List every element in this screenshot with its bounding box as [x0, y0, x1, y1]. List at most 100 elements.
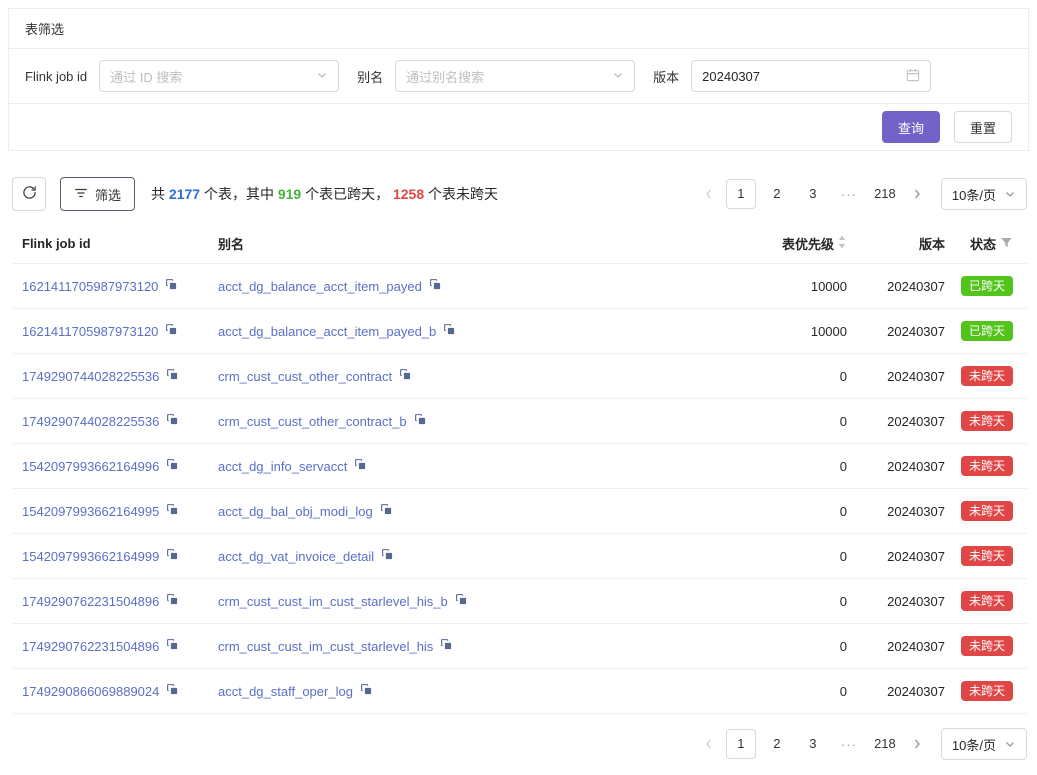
job-id-link[interactable]: 1621411705987973120: [22, 324, 158, 339]
job-id-copy-icon[interactable]: [166, 593, 179, 609]
alias-copy-icon[interactable]: [399, 368, 412, 384]
query-button[interactable]: 查询: [882, 111, 940, 143]
filter-funnel-icon[interactable]: [1000, 236, 1013, 252]
status-badge: 未跨天: [961, 456, 1013, 476]
job-id-copy-icon[interactable]: [166, 368, 179, 384]
alias-link[interactable]: crm_cust_cust_other_contract_b: [218, 414, 407, 429]
version-value: 20240307: [847, 324, 945, 339]
chevron-down-icon: [316, 69, 328, 84]
version-value: 20240307: [847, 594, 945, 609]
header-alias: 别名: [208, 234, 707, 253]
alias-copy-icon[interactable]: [414, 413, 427, 429]
table-row: 1749290744028225536 crm_cust_cust_other_c…: [12, 399, 1027, 444]
alias-link[interactable]: acct_dg_bal_obj_modi_log: [218, 504, 373, 519]
alias-link[interactable]: acct_dg_balance_acct_item_payed: [218, 279, 422, 294]
job-id-link[interactable]: 1542097993662164999: [22, 549, 159, 564]
alias-copy-icon[interactable]: [354, 458, 367, 474]
reset-button[interactable]: 重置: [954, 111, 1012, 143]
job-id-copy-icon[interactable]: [166, 638, 179, 654]
job-id-copy-icon[interactable]: [165, 278, 178, 294]
pagination-page-3[interactable]: 3: [798, 179, 828, 209]
status-badge: 未跨天: [961, 636, 1013, 656]
bottom-pagination-bar: 123 ··· 218 10条/页: [12, 728, 1027, 760]
refresh-icon: [22, 185, 37, 203]
alias-placeholder: 通过别名搜索: [406, 67, 484, 86]
table-row: 1621411705987973120 acct_dg_balance_acct_…: [12, 309, 1027, 354]
priority-value: 10000: [707, 324, 847, 339]
priority-value: 0: [707, 459, 847, 474]
pagination-prev-icon[interactable]: [695, 179, 723, 209]
job-id-copy-icon[interactable]: [166, 458, 179, 474]
crossed-count: 919: [278, 186, 301, 202]
version-label: 版本: [653, 67, 679, 86]
pagination-page-3[interactable]: 3: [798, 729, 828, 759]
job-id-link[interactable]: 1749290744028225536: [22, 414, 159, 429]
alias-link[interactable]: crm_cust_cust_im_cust_starlevel_his_b: [218, 594, 448, 609]
chevron-down-icon: [612, 69, 624, 84]
alias-link[interactable]: acct_dg_balance_acct_item_payed_b: [218, 324, 436, 339]
flink-job-id-label: Flink job id: [25, 69, 87, 84]
sort-icon[interactable]: [837, 234, 847, 253]
job-id-link[interactable]: 1749290866069889024: [22, 684, 159, 699]
priority-value: 0: [707, 684, 847, 699]
table-row: 1749290866069889024 acct_dg_staff_oper_lo…: [12, 669, 1027, 714]
pagination-prev-icon[interactable]: [695, 729, 723, 759]
priority-value: 0: [707, 639, 847, 654]
job-id-link[interactable]: 1749290762231504896: [22, 639, 159, 654]
total-count: 2177: [169, 186, 200, 202]
alias-select[interactable]: 通过别名搜索: [395, 60, 635, 92]
alias-copy-icon[interactable]: [443, 323, 456, 339]
pagination-ellipsis[interactable]: ···: [834, 737, 864, 752]
alias-copy-icon[interactable]: [380, 503, 393, 519]
pagination-page-218[interactable]: 218: [870, 729, 900, 759]
status-badge: 已跨天: [961, 321, 1013, 341]
alias-copy-icon[interactable]: [429, 278, 442, 294]
alias-link[interactable]: crm_cust_cust_im_cust_starlevel_his: [218, 639, 433, 654]
version-date-input[interactable]: 20240307: [691, 60, 931, 92]
status-badge: 未跨天: [961, 366, 1013, 386]
job-id-copy-icon[interactable]: [166, 548, 179, 564]
job-id-link[interactable]: 1749290762231504896: [22, 594, 159, 609]
pagination-page-1[interactable]: 1: [726, 179, 756, 209]
flink-job-id-select[interactable]: 通过 ID 搜索: [99, 60, 339, 92]
job-id-copy-icon[interactable]: [166, 683, 179, 699]
header-priority[interactable]: 表优先级: [707, 234, 847, 253]
table: Flink job id 别名 表优先级 版本 状态 1621411705987…: [12, 224, 1027, 714]
alias-copy-icon[interactable]: [440, 638, 453, 654]
pagination-page-1[interactable]: 1: [726, 729, 756, 759]
priority-value: 0: [707, 414, 847, 429]
page-size-select[interactable]: 10条/页: [941, 178, 1027, 210]
pagination-next-icon[interactable]: [903, 729, 931, 759]
status-badge: 未跨天: [961, 591, 1013, 611]
priority-value: 10000: [707, 279, 847, 294]
job-id-link[interactable]: 1749290744028225536: [22, 369, 159, 384]
header-priority-label: 表优先级: [782, 234, 834, 253]
alias-copy-icon[interactable]: [381, 548, 394, 564]
job-id-link[interactable]: 1621411705987973120: [22, 279, 158, 294]
job-id-link[interactable]: 1542097993662164995: [22, 504, 159, 519]
pagination-page-218[interactable]: 218: [870, 179, 900, 209]
job-id-copy-icon[interactable]: [166, 503, 179, 519]
header-flink-job-id: Flink job id: [12, 236, 208, 251]
refresh-button[interactable]: [12, 177, 46, 211]
alias-link[interactable]: acct_dg_staff_oper_log: [218, 684, 353, 699]
job-id-copy-icon[interactable]: [166, 413, 179, 429]
pagination-ellipsis[interactable]: ···: [834, 187, 864, 202]
page-size-select[interactable]: 10条/页: [941, 728, 1027, 760]
pagination-next-icon[interactable]: [903, 179, 931, 209]
job-id-copy-icon[interactable]: [165, 323, 178, 339]
job-id-link[interactable]: 1542097993662164996: [22, 459, 159, 474]
priority-value: 0: [707, 549, 847, 564]
alias-link[interactable]: crm_cust_cust_other_contract: [218, 369, 392, 384]
table-row: 1621411705987973120 acct_dg_balance_acct_…: [12, 264, 1027, 309]
pagination-page-2[interactable]: 2: [762, 729, 792, 759]
filter-toggle-button[interactable]: 筛选: [60, 177, 135, 211]
alias-copy-icon[interactable]: [455, 593, 468, 609]
alias-link[interactable]: acct_dg_info_servacct: [218, 459, 347, 474]
table-row: 1749290744028225536 crm_cust_cust_other_c…: [12, 354, 1027, 399]
alias-link[interactable]: acct_dg_vat_invoice_detail: [218, 549, 374, 564]
alias-copy-icon[interactable]: [360, 683, 373, 699]
top-pagination: 123 ··· 218 10条/页: [695, 178, 1027, 210]
filter-panel: 表筛选 Flink job id 通过 ID 搜索 别名 通过别名搜索 版本 2…: [8, 8, 1029, 151]
pagination-page-2[interactable]: 2: [762, 179, 792, 209]
